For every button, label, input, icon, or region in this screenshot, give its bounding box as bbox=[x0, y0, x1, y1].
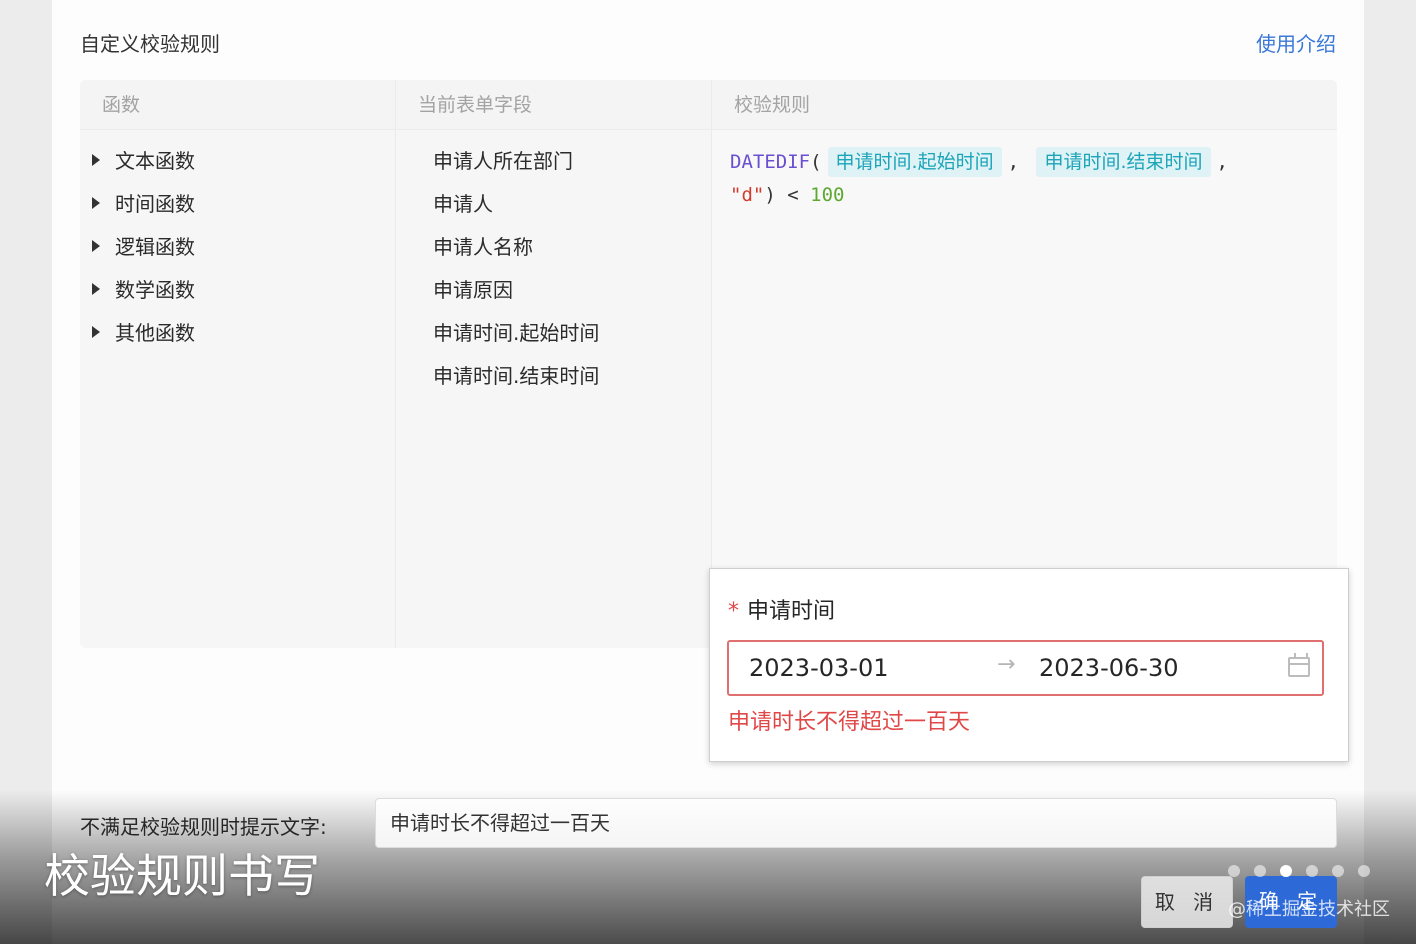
date-range-label: * 申请时间 bbox=[728, 593, 835, 625]
field-item-applicant[interactable]: 申请人 bbox=[396, 181, 711, 224]
function-group-time[interactable]: 时间函数 bbox=[80, 181, 395, 224]
function-group-text[interactable]: 文本函数 bbox=[80, 138, 395, 181]
cancel-button[interactable]: 取 消 bbox=[1141, 876, 1233, 928]
date-range-picker[interactable]: 2023-03-01 → 2023-06-30 bbox=[727, 640, 1324, 696]
help-link[interactable]: 使用介绍 bbox=[1256, 28, 1336, 57]
fields-header: 当前表单字段 bbox=[396, 80, 711, 130]
carousel-dot[interactable] bbox=[1332, 865, 1344, 877]
rule-header: 校验规则 bbox=[712, 80, 1337, 130]
field-list: 申请人所在部门 申请人 申请人名称 申请原因 申请时间.起始时间 申请时间.结束… bbox=[396, 130, 711, 396]
hint-label: 不满足校验规则时提示文字: bbox=[80, 815, 327, 839]
function-group-logic[interactable]: 逻辑函数 bbox=[80, 224, 395, 267]
field-item-start-time[interactable]: 申请时间.起始时间 bbox=[396, 310, 711, 353]
watermark: @稀土掘金技术社区 bbox=[1228, 899, 1390, 920]
caret-right-icon bbox=[92, 239, 100, 252]
value-token: 100 bbox=[810, 184, 845, 206]
dialog-title: 自定义校验规则 bbox=[80, 32, 220, 56]
rule-column[interactable]: 校验规则 DATEDIF(申请时间.起始时间, 申请时间.结束时间, "d") <… bbox=[711, 80, 1337, 648]
validation-preview-popup: * 申请时间 2023-03-01 → 2023-06-30 申请时长不得超过一百… bbox=[709, 568, 1349, 762]
calendar-icon[interactable] bbox=[1288, 653, 1310, 677]
function-group-label: 数学函数 bbox=[115, 278, 195, 302]
comma-token: , bbox=[1216, 151, 1228, 173]
carousel-dot-active[interactable] bbox=[1280, 865, 1292, 877]
caret-right-icon bbox=[92, 196, 100, 209]
function-group-label: 文本函数 bbox=[115, 149, 195, 173]
carousel-dot[interactable] bbox=[1254, 865, 1266, 877]
function-group-math[interactable]: 数学函数 bbox=[80, 267, 395, 310]
function-group-label: 时间函数 bbox=[115, 192, 195, 216]
caret-right-icon bbox=[92, 325, 100, 338]
functions-header: 函数 bbox=[80, 80, 395, 130]
hint-text-input[interactable]: 申请时长不得超过一百天 bbox=[375, 798, 1337, 848]
field-tag-end-time[interactable]: 申请时间.结束时间 bbox=[1036, 147, 1211, 177]
field-item-end-time[interactable]: 申请时间.结束时间 bbox=[396, 353, 711, 396]
required-mark: * bbox=[728, 599, 739, 624]
date-range-label-text: 申请时间 bbox=[747, 599, 836, 624]
range-arrow-icon: → bbox=[997, 652, 1016, 677]
field-item-applicant-name[interactable]: 申请人名称 bbox=[396, 224, 711, 267]
caret-right-icon bbox=[92, 153, 100, 166]
close-paren-token: ) bbox=[764, 184, 776, 206]
end-date[interactable]: 2023-06-30 bbox=[1039, 654, 1178, 682]
function-list: 文本函数 时间函数 逻辑函数 数学函数 其他函数 bbox=[80, 130, 395, 353]
start-date[interactable]: 2023-03-01 bbox=[749, 654, 888, 682]
carousel-dot[interactable] bbox=[1358, 865, 1370, 877]
field-item-reason[interactable]: 申请原因 bbox=[396, 267, 711, 310]
fields-column: 当前表单字段 申请人所在部门 申请人 申请人名称 申请原因 申请时间.起始时间 … bbox=[395, 80, 711, 648]
functions-column: 函数 文本函数 时间函数 逻辑函数 数学函数 其他函数 bbox=[80, 80, 395, 648]
carousel-dot[interactable] bbox=[1228, 865, 1240, 877]
slide-caption: 校验规则书写 bbox=[44, 849, 320, 903]
function-token: DATEDIF bbox=[730, 151, 811, 173]
rule-expression[interactable]: DATEDIF(申请时间.起始时间, 申请时间.结束时间, "d") < 100 bbox=[730, 146, 1320, 212]
comma-token: , bbox=[1007, 151, 1020, 173]
function-group-other[interactable]: 其他函数 bbox=[80, 310, 395, 353]
carousel-dots bbox=[1228, 865, 1384, 877]
unit-token: "d" bbox=[730, 184, 765, 206]
field-tag-start-time[interactable]: 申请时间.起始时间 bbox=[827, 147, 1002, 177]
function-group-label: 其他函数 bbox=[115, 321, 195, 345]
field-item-department[interactable]: 申请人所在部门 bbox=[396, 138, 711, 181]
carousel-dot[interactable] bbox=[1306, 865, 1318, 877]
operator-token: < bbox=[787, 184, 799, 206]
caret-right-icon bbox=[92, 282, 100, 295]
function-group-label: 逻辑函数 bbox=[115, 235, 195, 259]
validation-error-message: 申请时长不得超过一百天 bbox=[728, 710, 971, 735]
open-paren-token: ( bbox=[810, 151, 822, 173]
rule-editor: 函数 文本函数 时间函数 逻辑函数 数学函数 其他函数 当前表单字段 申请人所在… bbox=[80, 80, 1337, 648]
